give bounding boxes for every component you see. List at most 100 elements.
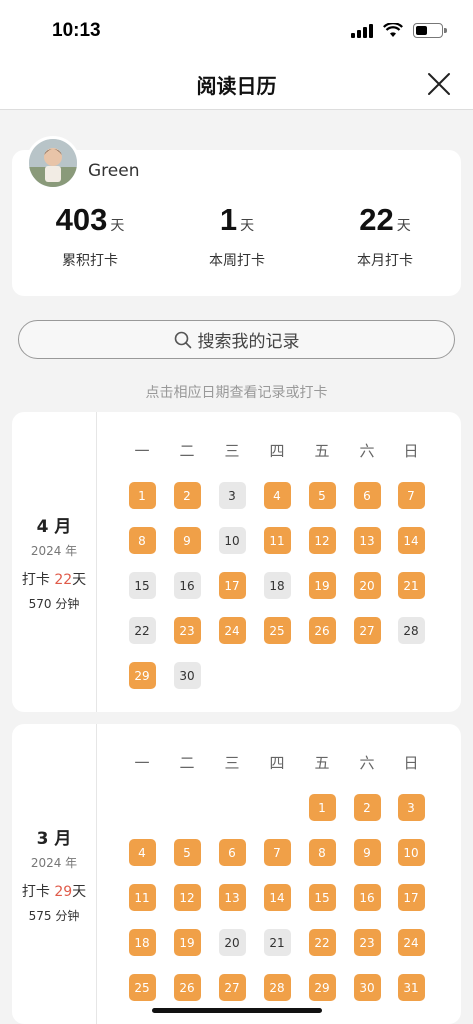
calendar-day-checked[interactable]: 11 (263, 527, 291, 554)
checkin-suffix: 天 (72, 572, 87, 588)
calendar-day-checked[interactable]: 8 (308, 839, 336, 866)
status-time: 10:13 (52, 20, 101, 41)
calendar-day-checked[interactable]: 9 (173, 527, 201, 554)
calendar-day[interactable]: 22 (128, 617, 156, 644)
calendar-day-checked[interactable]: 19 (173, 929, 201, 956)
calendar-day-checked[interactable]: 16 (353, 884, 381, 911)
calendar-day-checked[interactable]: 20 (353, 572, 381, 599)
checkin-days: 22 (54, 572, 73, 588)
weekday-header: 六 (359, 442, 375, 460)
calendar-day-checked[interactable]: 1 (308, 794, 336, 821)
status-icons (351, 22, 447, 38)
stat-month-label: 本月打卡 (357, 253, 413, 269)
calendar-day-checked[interactable]: 26 (173, 974, 201, 1001)
weekday-header: 一 (134, 754, 150, 772)
month-summary: 3 月 2024 年 打卡 29天 575 分钟 (12, 724, 97, 1024)
month-name: 3 月 (36, 829, 72, 849)
stat-total-unit: 天 (110, 218, 125, 234)
stat-total: 403 天 累积打卡 (15, 202, 165, 270)
calendar-day-checked[interactable]: 15 (308, 884, 336, 911)
calendar-day-checked[interactable]: 9 (353, 839, 381, 866)
calendar-day[interactable]: 20 (218, 929, 246, 956)
close-icon[interactable] (427, 72, 451, 96)
stat-total-value: 403 (55, 202, 108, 237)
calendar-day-checked[interactable]: 17 (397, 884, 425, 911)
calendar-day-checked[interactable]: 22 (308, 929, 336, 956)
calendar-day-checked[interactable]: 24 (397, 929, 425, 956)
calendar-day-checked[interactable]: 31 (397, 974, 425, 1001)
weekday-header: 日 (403, 442, 419, 460)
calendar-day-checked[interactable]: 30 (353, 974, 381, 1001)
calendar-day-checked[interactable]: 13 (353, 527, 381, 554)
calendar-day-checked[interactable]: 14 (397, 527, 425, 554)
calendar-day-checked[interactable]: 11 (128, 884, 156, 911)
calendar-day[interactable]: 21 (263, 929, 291, 956)
calendar-day-checked[interactable]: 2 (353, 794, 381, 821)
month-year: 2024 年 (30, 544, 78, 558)
calendar-day-checked[interactable]: 21 (397, 572, 425, 599)
calendar-day-checked[interactable]: 27 (218, 974, 246, 1001)
weekday-header: 三 (224, 442, 240, 460)
calendar-day-checked[interactable]: 4 (263, 482, 291, 509)
calendar-day-checked[interactable]: 29 (308, 974, 336, 1001)
search-icon (174, 331, 191, 348)
calendar-day-checked[interactable]: 14 (263, 884, 291, 911)
stat-month-unit: 天 (396, 218, 411, 234)
stat-week: 1天 本周打卡 (162, 202, 312, 270)
calendar-day-checked[interactable]: 25 (263, 617, 291, 644)
battery-icon (413, 22, 447, 38)
calendar-day[interactable]: 3 (218, 482, 246, 509)
checkin-prefix: 打卡 (21, 572, 55, 588)
calendar-day-checked[interactable]: 19 (308, 572, 336, 599)
calendar-day[interactable]: 18 (263, 572, 291, 599)
status-bar: 10:13 (0, 0, 473, 60)
calendar-day[interactable]: 10 (218, 527, 246, 554)
calendar-day-checked[interactable]: 4 (128, 839, 156, 866)
calendar-day-checked[interactable]: 8 (128, 527, 156, 554)
profile-card: Green 403 天 累积打卡 1天 本周打卡 22 天 本月打卡 (12, 136, 461, 296)
calendar-day-checked[interactable]: 27 (353, 617, 381, 644)
month-year: 2024 年 (30, 856, 78, 870)
calendar-day-checked[interactable]: 6 (353, 482, 381, 509)
calendar-day-checked[interactable]: 23 (353, 929, 381, 956)
calendar-day-checked[interactable]: 7 (397, 482, 425, 509)
search-placeholder: 搜索我的记录 (197, 332, 300, 352)
calendar-day[interactable]: 15 (128, 572, 156, 599)
weekday-header: 三 (224, 754, 240, 772)
username: Green (88, 161, 140, 181)
calendar-day-checked[interactable]: 5 (308, 482, 336, 509)
calendar-day-checked[interactable]: 28 (263, 974, 291, 1001)
calendar-day-checked[interactable]: 13 (218, 884, 246, 911)
stat-week-value: 1 (219, 202, 238, 237)
calendar-day-checked[interactable]: 1 (128, 482, 156, 509)
home-indicator[interactable] (152, 1008, 322, 1013)
calendar-day[interactable]: 16 (173, 572, 201, 599)
calendar-day-checked[interactable]: 26 (308, 617, 336, 644)
calendar-day-checked[interactable]: 23 (173, 617, 201, 644)
weekday-header: 日 (403, 754, 419, 772)
month-summary: 4 月 2024 年 打卡 22天 570 分钟 (12, 412, 97, 712)
avatar[interactable] (26, 136, 80, 190)
calendar-day-checked[interactable]: 12 (308, 527, 336, 554)
calendar-day-checked[interactable]: 24 (218, 617, 246, 644)
calendar-day-checked[interactable]: 2 (173, 482, 201, 509)
weekday-header: 五 (314, 442, 330, 460)
calendar-day-checked[interactable]: 3 (397, 794, 425, 821)
calendar-day-checked[interactable]: 17 (218, 572, 246, 599)
calendar-day-checked[interactable]: 7 (263, 839, 291, 866)
search-input[interactable]: 搜索我的记录 (18, 320, 455, 359)
calendar-day[interactable]: 28 (397, 617, 425, 644)
calendar-day[interactable]: 30 (173, 662, 201, 689)
weekday-header: 四 (269, 754, 285, 772)
calendar-day-checked[interactable]: 12 (173, 884, 201, 911)
calendar-day-checked[interactable]: 6 (218, 839, 246, 866)
weekday-header: 五 (314, 754, 330, 772)
calendar-day-checked[interactable]: 25 (128, 974, 156, 1001)
calendar-day-checked[interactable]: 10 (397, 839, 425, 866)
weekday-header: 二 (179, 442, 195, 460)
page-title: 阅读日历 (196, 74, 277, 98)
calendar-day-checked[interactable]: 18 (128, 929, 156, 956)
stat-week-unit: 天 (240, 218, 255, 234)
calendar-day-checked[interactable]: 5 (173, 839, 201, 866)
calendar-day-checked[interactable]: 29 (128, 662, 156, 689)
